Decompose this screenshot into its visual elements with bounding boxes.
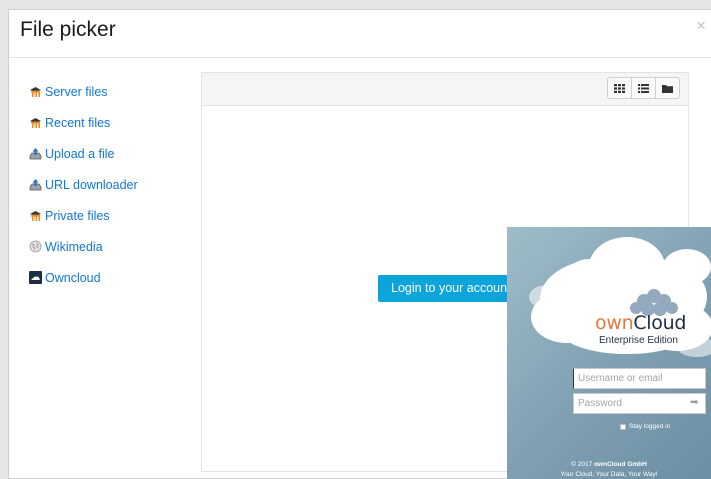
- stay-logged-in-checkbox[interactable]: [620, 423, 626, 430]
- repository-list: Server files Recent files Upload a file …: [29, 76, 199, 293]
- submit-arrow-icon[interactable]: ➡: [690, 397, 698, 408]
- moodle-icon: [29, 85, 42, 98]
- password-input[interactable]: [573, 393, 706, 414]
- stay-logged-in-label: Stay logged in: [629, 423, 671, 430]
- sidebar-item-label: Server files: [45, 84, 108, 99]
- sidebar-item-private-files[interactable]: Private files: [29, 200, 199, 231]
- moodle-icon: [29, 116, 42, 129]
- copyright-company: ownCloud GmbH: [594, 461, 647, 468]
- folder-icon: [662, 84, 673, 93]
- view-switcher: [607, 77, 680, 99]
- file-browser-toolbar: [202, 73, 688, 106]
- sidebar-item-server-files[interactable]: Server files: [29, 76, 199, 107]
- sidebar-item-label: Private files: [45, 208, 110, 223]
- close-button[interactable]: ×: [696, 16, 706, 36]
- sidebar-item-label: Recent files: [45, 115, 111, 130]
- sidebar-item-label: Upload a file: [45, 146, 115, 161]
- owncloud-login-panel: ownCloud Enterprise Edition ➡ Stay logge…: [507, 227, 711, 479]
- tree-view-button[interactable]: [655, 77, 680, 99]
- list-icon: [638, 83, 649, 93]
- edition-label: Enterprise Edition: [599, 335, 678, 346]
- url-downloader-icon: [29, 178, 42, 191]
- sidebar-item-upload-a-file[interactable]: Upload a file: [29, 138, 199, 169]
- sidebar-item-label: URL downloader: [45, 177, 138, 192]
- moodle-icon: [29, 209, 42, 222]
- upload-icon: [29, 147, 42, 160]
- dialog-title: File picker: [20, 18, 116, 41]
- dialog-header: File picker ×: [9, 10, 711, 58]
- list-view-button[interactable]: [631, 77, 656, 99]
- copyright-prefix: © 2017: [571, 461, 595, 468]
- sidebar-item-label: Owncloud: [45, 270, 101, 285]
- username-input[interactable]: [573, 368, 706, 389]
- sidebar-item-owncloud[interactable]: Owncloud: [29, 262, 199, 293]
- wikimedia-icon: [29, 240, 42, 253]
- sidebar-item-recent-files[interactable]: Recent files: [29, 107, 199, 138]
- sidebar-item-url-downloader[interactable]: URL downloader: [29, 169, 199, 200]
- stay-logged-in-option[interactable]: Stay logged in: [620, 423, 670, 430]
- brand-own: own: [595, 312, 634, 334]
- login-to-account-button[interactable]: Login to your account: [378, 275, 524, 302]
- icon-view-button[interactable]: [607, 77, 632, 99]
- slogan-text: Your Cloud, Your Data, Your Way!: [560, 471, 658, 478]
- brand-cloud: Cloud: [633, 312, 687, 334]
- sidebar-item-label: Wikimedia: [45, 239, 103, 254]
- copyright-text: © 2017 ownCloud GmbH: [507, 461, 711, 468]
- grid-icon: [614, 83, 625, 93]
- owncloud-icon: [29, 271, 42, 284]
- owncloud-wordmark: ownCloud: [595, 312, 686, 334]
- sidebar-item-wikimedia[interactable]: Wikimedia: [29, 231, 199, 262]
